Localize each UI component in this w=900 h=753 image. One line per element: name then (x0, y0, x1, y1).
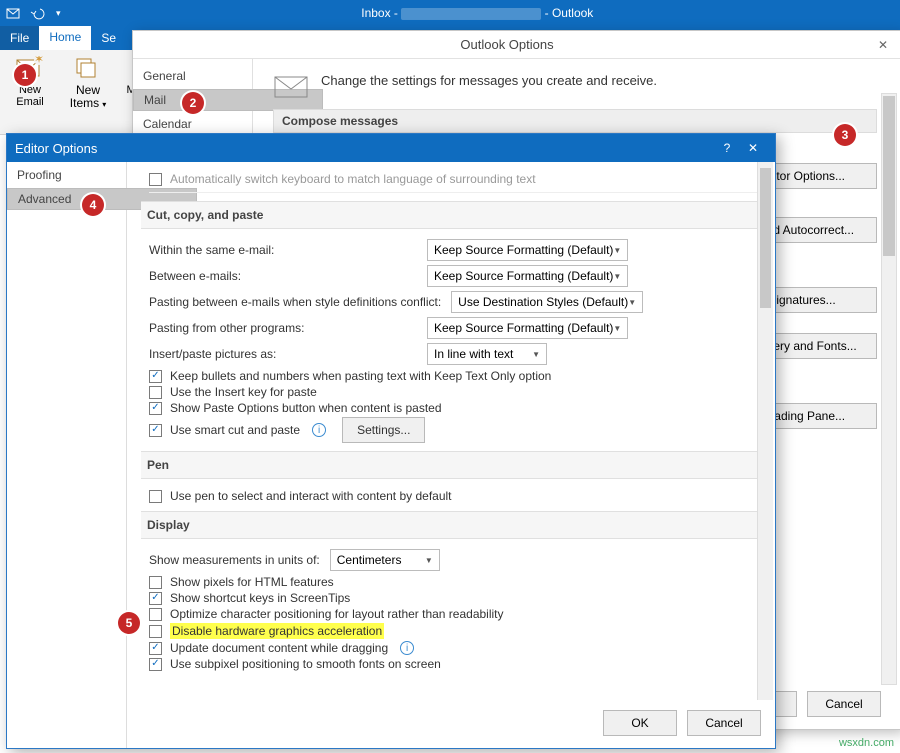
checkbox[interactable] (149, 658, 162, 671)
disable-hw-label: Disable hardware graphics acceleration (170, 623, 384, 639)
checkbox[interactable] (149, 386, 162, 399)
info-icon[interactable]: i (312, 423, 326, 437)
editor-nav-proofing[interactable]: Proofing (7, 162, 126, 188)
conflict-label: Pasting between e-mails when style defin… (149, 295, 441, 309)
new-email-label: New Email (6, 84, 54, 108)
checkbox[interactable] (149, 608, 162, 621)
section-pen: Pen (141, 451, 761, 479)
other-programs-label: Pasting from other programs: (149, 321, 417, 335)
tab-home[interactable]: Home (39, 26, 91, 50)
tab-file[interactable]: File (0, 26, 39, 50)
measurements-label: Show measurements in units of: (149, 553, 320, 567)
qat-send-receive-icon[interactable] (6, 6, 22, 20)
help-icon[interactable]: ? (715, 141, 739, 155)
options-title: Outlook Options (460, 37, 553, 52)
smart-cut-settings-button[interactable]: Settings... (342, 417, 425, 443)
qat-dropdown-icon[interactable]: ▾ (56, 8, 61, 19)
chevron-down-icon: ▼ (613, 272, 621, 281)
chevron-down-icon: ▼ (613, 246, 621, 255)
checkbox[interactable] (149, 424, 162, 437)
envelope-icon (273, 73, 309, 99)
options-header-text: Change the settings for messages you cre… (321, 73, 657, 88)
section-display: Display (141, 511, 761, 539)
editor-ok-button[interactable]: OK (603, 710, 677, 736)
smart-cut-label: Use smart cut and paste (170, 423, 300, 437)
callout-badge-4: 4 (82, 194, 104, 216)
chevron-down-icon: ▼ (532, 350, 540, 359)
title-bar: ▾ Inbox - - Outlook (0, 0, 900, 26)
optimize-label: Optimize character positioning for layou… (170, 607, 504, 621)
checkbox[interactable] (149, 642, 162, 655)
close-icon[interactable]: ✕ (739, 141, 767, 155)
insert-key-label: Use the Insert key for paste (170, 385, 317, 399)
scrollbar-thumb[interactable] (760, 168, 771, 308)
editor-title: Editor Options (15, 141, 715, 156)
callout-badge-1: 1 (14, 64, 36, 86)
callout-badge-2: 2 (182, 92, 204, 114)
between-label: Between e-mails: (149, 269, 417, 283)
checkbox[interactable] (149, 576, 162, 589)
callout-badge-3: 3 (834, 124, 856, 146)
chevron-down-icon: ▼ (613, 324, 621, 333)
options-cancel-button[interactable]: Cancel (807, 691, 881, 717)
watermark: wsxdn.com (839, 737, 894, 749)
within-select[interactable]: Keep Source Formatting (Default)▼ (427, 239, 628, 261)
callout-badge-5: 5 (118, 612, 140, 634)
checkbox[interactable] (149, 173, 162, 186)
editor-nav: Proofing Advanced (7, 162, 127, 748)
keep-bullets-label: Keep bullets and numbers when pasting te… (170, 369, 551, 383)
tab-truncated[interactable]: Se (91, 26, 126, 50)
conflict-select[interactable]: Use Destination Styles (Default)▼ (451, 291, 643, 313)
other-programs-select[interactable]: Keep Source Formatting (Default)▼ (427, 317, 628, 339)
measurements-select[interactable]: Centimeters▼ (330, 549, 440, 571)
truncated-top-label: Automatically switch keyboard to match l… (170, 172, 536, 186)
editor-options-dialog: Editor Options ? ✕ Proofing Advanced Aut… (6, 133, 776, 749)
update-drag-label: Update document content while dragging (170, 641, 388, 655)
editor-titlebar: Editor Options ? ✕ (7, 134, 775, 162)
use-pen-label: Use pen to select and interact with cont… (170, 489, 452, 503)
editor-content: Automatically switch keyboard to match l… (127, 162, 775, 748)
checkbox[interactable] (149, 592, 162, 605)
new-items-icon (72, 54, 104, 82)
section-cut-copy-paste: Cut, copy, and paste (141, 201, 761, 229)
options-scrollbar[interactable] (881, 93, 897, 685)
new-items-label: New Items ▾ (64, 84, 112, 111)
editor-cancel-button[interactable]: Cancel (687, 710, 761, 736)
options-titlebar: Outlook Options ✕ (133, 31, 900, 59)
checkbox[interactable] (149, 370, 162, 383)
pixels-label: Show pixels for HTML features (170, 575, 334, 589)
new-items-button[interactable]: New Items ▾ (64, 54, 112, 111)
pictures-select[interactable]: In line with text▼ (427, 343, 547, 365)
checkbox[interactable] (149, 490, 162, 503)
options-nav-general[interactable]: General (133, 63, 252, 89)
checkbox[interactable] (149, 402, 162, 415)
show-paste-label: Show Paste Options button when content i… (170, 401, 442, 415)
subpixel-label: Use subpixel positioning to smooth fonts… (170, 657, 441, 671)
info-icon[interactable]: i (400, 641, 414, 655)
chevron-down-icon: ▼ (425, 556, 433, 565)
close-icon[interactable]: ✕ (873, 38, 893, 52)
editor-scrollbar[interactable] (757, 162, 773, 700)
window-title-account (401, 8, 541, 20)
window-title-suffix: - Outlook (545, 6, 594, 20)
pictures-label: Insert/paste pictures as: (149, 347, 417, 361)
shortcuts-label: Show shortcut keys in ScreenTips (170, 591, 350, 605)
qat-undo-icon[interactable] (30, 6, 48, 20)
within-label: Within the same e-mail: (149, 243, 417, 257)
truncated-top-option: Automatically switch keyboard to match l… (149, 170, 761, 193)
section-compose: Compose messages (273, 109, 877, 133)
window-title-prefix: Inbox - (361, 6, 401, 20)
editor-footer: OK Cancel (603, 710, 761, 736)
scrollbar-thumb[interactable] (883, 96, 895, 256)
chevron-down-icon: ▼ (628, 298, 636, 307)
checkbox[interactable] (149, 625, 162, 638)
between-select[interactable]: Keep Source Formatting (Default)▼ (427, 265, 628, 287)
svg-text:✶: ✶ (34, 56, 44, 66)
